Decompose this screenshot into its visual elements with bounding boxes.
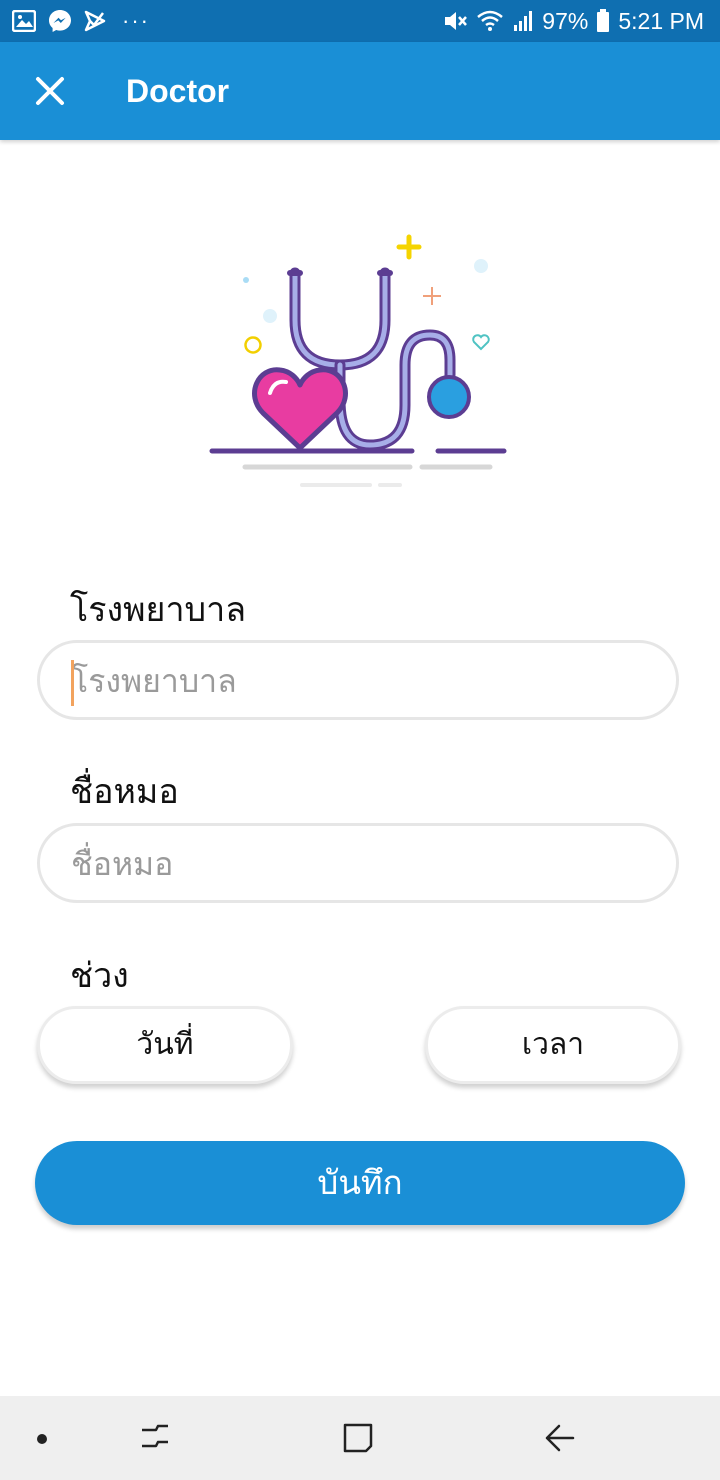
period-label: ช่วง: [70, 956, 129, 996]
gallery-icon: [12, 10, 36, 32]
dot-icon: [22, 1418, 62, 1458]
mute-icon: [442, 9, 468, 33]
home-icon[interactable]: [338, 1418, 378, 1458]
hospital-input[interactable]: โรงพยาบาล: [37, 640, 679, 720]
app-bar: Doctor: [0, 42, 720, 140]
clock: 5:21 PM: [618, 7, 704, 34]
save-button[interactable]: บันทึก: [35, 1141, 685, 1225]
close-button[interactable]: [28, 69, 72, 113]
wifi-icon: [476, 10, 504, 32]
messenger-icon: [48, 9, 72, 33]
text-cursor: [71, 660, 74, 706]
doctor-name-input[interactable]: ชื่อหมอ: [37, 823, 679, 903]
doctor-name-placeholder: ชื่อหมอ: [71, 845, 174, 883]
signal-icon: [512, 10, 534, 32]
page-title: Doctor: [126, 73, 230, 109]
hospital-placeholder: โรงพยาบาล: [71, 662, 237, 700]
hospital-label: โรงพยาบาล: [70, 590, 247, 630]
recents-icon[interactable]: [136, 1418, 176, 1458]
battery-icon: [596, 9, 610, 33]
close-icon: [36, 77, 64, 105]
date-button[interactable]: วันที่: [37, 1006, 293, 1084]
doctor-name-label: ชื่อหมอ: [70, 772, 179, 812]
status-bar: ··· 97% 5:21 PM: [0, 0, 720, 42]
check-icon: [84, 10, 106, 32]
back-icon[interactable]: [540, 1418, 580, 1458]
stethoscope-heart-illustration: [200, 225, 520, 495]
more-dots-icon: ···: [122, 8, 150, 33]
time-button[interactable]: เวลา: [425, 1006, 681, 1084]
battery-percent: 97%: [542, 7, 589, 34]
navigation-bar: [0, 1396, 720, 1480]
